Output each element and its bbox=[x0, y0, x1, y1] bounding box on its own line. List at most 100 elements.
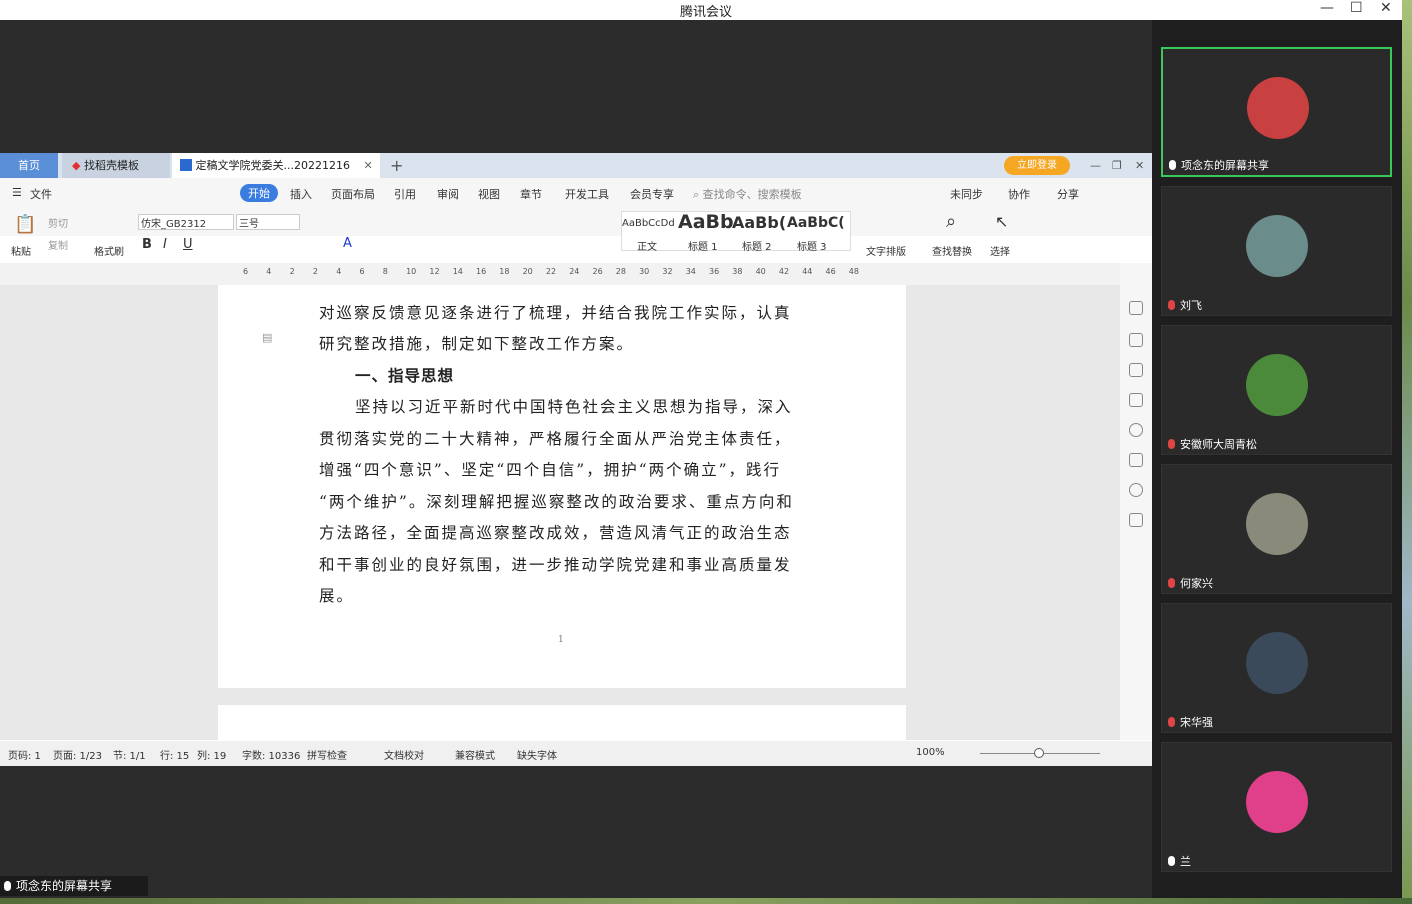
tab-close-icon[interactable]: ✕ bbox=[363, 159, 372, 172]
location-icon[interactable] bbox=[1129, 483, 1143, 497]
desktop-edge bbox=[1402, 0, 1412, 904]
participant-card[interactable]: 何家兴 bbox=[1161, 464, 1392, 594]
adjust-icon[interactable] bbox=[1129, 393, 1143, 407]
status-bar: 页码: 1 页面: 1/23 节: 1/1 行: 15 列: 19 字数: 10… bbox=[0, 741, 1152, 766]
participant-card[interactable]: 宋华强 bbox=[1161, 603, 1392, 733]
cursor-icon[interactable] bbox=[1129, 363, 1143, 377]
pen-icon[interactable] bbox=[1129, 301, 1143, 315]
menu-file[interactable]: 文件 bbox=[30, 186, 52, 202]
login-button[interactable]: 立即登录 bbox=[1004, 156, 1070, 175]
tab-document-label: 定稿文学院党委关...20221216 bbox=[195, 159, 350, 172]
edit-icon[interactable] bbox=[1129, 333, 1143, 347]
minimize-icon[interactable]: — bbox=[1320, 0, 1334, 16]
doc-heading: 一、指导思想 bbox=[355, 367, 455, 385]
participant-name-row: 刘飞 bbox=[1168, 297, 1202, 313]
command-search-placeholder: 查找命令、搜索模板 bbox=[702, 188, 802, 201]
missing-font-button[interactable]: 缺失字体 bbox=[517, 747, 557, 762]
participants-panel: 项念东的屏幕共享 刘飞安徽师大周青松何家兴宋华强兰 bbox=[1152, 20, 1402, 900]
menu-view[interactable]: 视图 bbox=[478, 186, 500, 202]
zoom-handle[interactable] bbox=[1034, 748, 1044, 758]
book-icon[interactable] bbox=[1129, 513, 1143, 527]
bold-icon[interactable]: B bbox=[142, 237, 152, 252]
find-icon[interactable]: ⌕ bbox=[946, 211, 956, 232]
status-words[interactable]: 字数: 10336 bbox=[242, 747, 300, 762]
menu-chapter[interactable]: 章节 bbox=[520, 186, 542, 202]
menu-layout[interactable]: 页面布局 bbox=[331, 186, 375, 202]
find-replace-button[interactable]: 查找替换 bbox=[932, 243, 972, 258]
status-page: 页面: 1/23 bbox=[53, 751, 103, 762]
zoom-level[interactable]: 100% bbox=[916, 747, 945, 758]
ruler-tick-label: 18 bbox=[499, 267, 510, 276]
participant-name: 宋华强 bbox=[1180, 716, 1213, 729]
wps-restore-icon[interactable]: ❐ bbox=[1112, 153, 1122, 178]
maximize-icon[interactable]: ☐ bbox=[1350, 0, 1363, 16]
doc-outline-icon[interactable]: ▤ bbox=[262, 331, 272, 344]
cut-button[interactable]: 剪切 bbox=[48, 215, 68, 230]
close-icon[interactable]: ✕ bbox=[1380, 0, 1392, 16]
participant-card[interactable]: 兰 bbox=[1161, 742, 1392, 872]
participant-card[interactable]: 安徽师大周青松 bbox=[1161, 325, 1392, 455]
share-indicator-label: 项念东的屏幕共享 bbox=[16, 879, 113, 893]
copy-button[interactable]: 复制 bbox=[48, 237, 68, 252]
participant-name-row: 宋华强 bbox=[1168, 714, 1213, 730]
doc-body-line: “两个维护”。深刻理解把握巡察整改的政治要求、重点方向和 bbox=[319, 492, 794, 511]
image-icon[interactable] bbox=[1129, 453, 1143, 467]
participant-name-row: 项念东的屏幕共享 bbox=[1169, 157, 1269, 173]
spell-check-button[interactable]: 拼写检查 bbox=[307, 747, 347, 762]
select-button[interactable]: 选择 bbox=[990, 243, 1010, 258]
document-page[interactable]: 对巡察反馈意见逐条进行了梳理，并结合我院工作实际，认真 研究整改措施，制定如下整… bbox=[218, 285, 906, 688]
paste-icon[interactable]: 📋 bbox=[14, 214, 36, 235]
menu-member[interactable]: 会员专享 bbox=[630, 186, 674, 202]
underline-icon[interactable]: U bbox=[183, 237, 193, 252]
style-h1-preview[interactable]: AaBb bbox=[678, 211, 734, 233]
tab-docer-templates[interactable]: ◆ 找稻壳模板 bbox=[62, 153, 170, 178]
menu-developer[interactable]: 开发工具 bbox=[565, 186, 609, 202]
menu-home[interactable]: 开始 bbox=[240, 184, 278, 202]
ruler-tick-label: 44 bbox=[802, 267, 813, 276]
mic-icon bbox=[1169, 160, 1176, 170]
style-h2-name: 标题 2 bbox=[742, 242, 772, 253]
wps-minimize-icon[interactable]: — bbox=[1090, 153, 1101, 178]
paste-label[interactable]: 粘贴 bbox=[11, 243, 31, 258]
hamburger-icon[interactable]: ☰ bbox=[12, 186, 22, 199]
font-select[interactable]: 仿宋_GB2312 bbox=[138, 214, 234, 230]
ruler-tick-label: 42 bbox=[778, 267, 790, 276]
document-area[interactable]: 对巡察反馈意见逐条进行了梳理，并结合我院工作实际，认真 研究整改措施，制定如下整… bbox=[0, 285, 1120, 745]
select-cursor-icon[interactable]: ↖ bbox=[995, 212, 1008, 231]
menu-review[interactable]: 审阅 bbox=[437, 186, 459, 202]
menu-insert[interactable]: 插入 bbox=[290, 186, 312, 202]
menu-references[interactable]: 引用 bbox=[394, 186, 416, 202]
horizontal-ruler[interactable]: 6 4 2 2 4 6 8 10 12 14 16 18 20 22 24 26 28 30 32 34 36 38 40 4… bbox=[0, 263, 1120, 285]
avatar bbox=[1246, 632, 1308, 694]
style-h3-preview[interactable]: AaBbC( bbox=[787, 215, 845, 231]
ruler-tick-label: 12 bbox=[429, 267, 440, 276]
participant-name: 安徽师大周青松 bbox=[1180, 438, 1257, 451]
avatar bbox=[1246, 771, 1308, 833]
sync-status[interactable]: 未同步 bbox=[950, 186, 983, 202]
tab-home[interactable]: 首页 bbox=[0, 153, 58, 178]
mic-muted-icon bbox=[1168, 439, 1175, 449]
command-search[interactable]: ⌕ 查找命令、搜索模板 bbox=[693, 186, 802, 202]
ruler-tick-label: 16 bbox=[476, 267, 487, 276]
mic-icon bbox=[4, 881, 11, 891]
ruler-tick-label: 8 bbox=[382, 267, 388, 276]
proofread-button[interactable]: 文档校对 bbox=[384, 747, 424, 762]
font-color-icon[interactable]: A bbox=[343, 236, 352, 251]
avatar bbox=[1246, 493, 1308, 555]
style-h2-preview[interactable]: AaBb( bbox=[732, 213, 786, 232]
font-size-select[interactable]: 三号 bbox=[236, 214, 300, 230]
italic-icon[interactable]: I bbox=[163, 237, 167, 252]
collab-button[interactable]: 协作 bbox=[1008, 186, 1030, 202]
participant-card[interactable]: 项念东的屏幕共享 bbox=[1161, 47, 1392, 177]
new-tab-icon[interactable]: + bbox=[390, 153, 403, 178]
share-button[interactable]: 分享 bbox=[1057, 186, 1079, 202]
ruler-tick-label: 4 bbox=[266, 267, 272, 276]
style-normal-preview[interactable]: AaBbCcDd bbox=[622, 218, 675, 229]
help-icon[interactable] bbox=[1129, 423, 1143, 437]
wps-close-icon[interactable]: ✕ bbox=[1135, 153, 1144, 178]
format-painter-button[interactable]: 格式刷 bbox=[94, 243, 124, 258]
meeting-title: 腾讯会议 bbox=[679, 5, 732, 20]
tab-document[interactable]: 定稿文学院党委关...20221216 ✕ bbox=[172, 153, 380, 178]
text-layout-button[interactable]: 文字排版 bbox=[866, 243, 906, 258]
participant-card[interactable]: 刘飞 bbox=[1161, 186, 1392, 316]
